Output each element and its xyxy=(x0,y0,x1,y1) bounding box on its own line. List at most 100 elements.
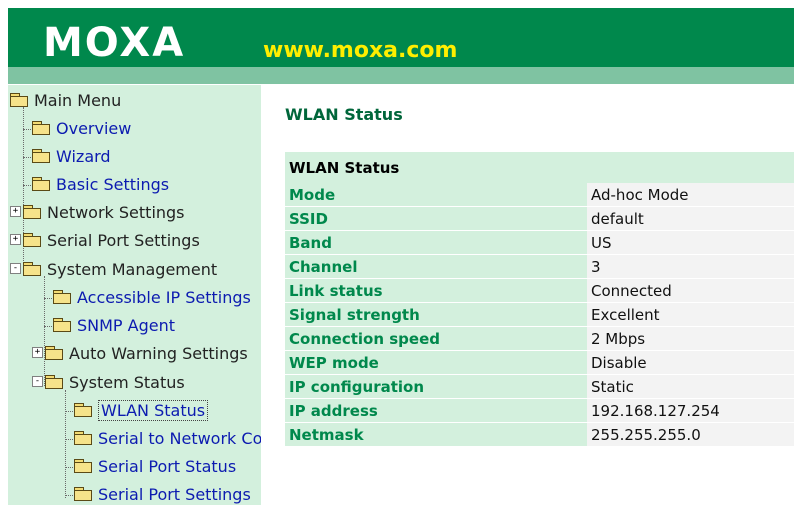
row-value: Static xyxy=(587,374,794,399)
tree-item-label: Serial Port Settings xyxy=(47,231,200,250)
tree-connector xyxy=(23,185,31,186)
row-value: Connected xyxy=(587,278,794,303)
sidebar-item-system-status[interactable]: - System Status xyxy=(32,371,185,395)
row-value: 255.255.255.0 xyxy=(587,422,794,447)
folder-icon xyxy=(53,290,71,304)
tree-connector xyxy=(44,326,52,327)
row-label: IP configuration xyxy=(285,374,587,399)
row-label: Channel xyxy=(285,254,587,279)
table-row: Connection speed 2 Mbps xyxy=(285,326,794,351)
row-label: Link status xyxy=(285,278,587,303)
tree-item-label: Serial Port Settings xyxy=(98,485,251,504)
folder-icon xyxy=(74,487,92,501)
tree-item-label: Serial Port Status xyxy=(98,457,237,476)
folder-open-icon xyxy=(45,375,63,389)
folder-icon xyxy=(32,121,50,135)
tree-item-label: Overview xyxy=(56,119,132,138)
row-label: WEP mode xyxy=(285,350,587,375)
tree-item-label: Accessible IP Settings xyxy=(77,288,251,307)
sidebar-item-overview[interactable]: Overview xyxy=(32,117,131,141)
sidebar-menu-tree: Main Menu Overview Wizard Basic Settings… xyxy=(8,85,261,505)
wlan-status-table: WLAN Status Mode Ad-hoc Mode SSID default … xyxy=(285,152,794,447)
sidebar-item-basic-settings[interactable]: Basic Settings xyxy=(32,173,169,197)
header-banner: MOXA www.moxa.com xyxy=(8,8,794,84)
collapse-minus-icon[interactable]: - xyxy=(32,376,43,387)
folder-icon xyxy=(74,431,92,445)
folder-icon xyxy=(74,459,92,473)
row-label: Connection speed xyxy=(285,326,587,351)
folder-icon xyxy=(45,346,63,360)
folder-icon xyxy=(32,149,50,163)
folder-icon xyxy=(53,318,71,332)
folder-icon xyxy=(23,205,41,219)
row-value: default xyxy=(587,206,794,231)
folder-icon xyxy=(74,403,92,417)
sidebar-item-network-settings[interactable]: + Network Settings xyxy=(10,201,185,225)
table-row: Channel 3 xyxy=(285,254,794,279)
tree-item-label: Wizard xyxy=(56,147,111,166)
tree-connector xyxy=(23,157,31,158)
tree-item-label: Basic Settings xyxy=(56,175,170,194)
table-header-row: WLAN Status xyxy=(285,152,794,183)
table-row: WEP mode Disable xyxy=(285,350,794,375)
tree-item-label: System Status xyxy=(69,373,185,392)
tree-connector xyxy=(23,129,31,130)
header-bottom-strip xyxy=(8,67,794,84)
sidebar-item-serial-port-settings-sub[interactable]: Serial Port Settings xyxy=(74,483,251,505)
tree-connector xyxy=(65,411,73,412)
tree-connector xyxy=(44,298,52,299)
row-value: 2 Mbps xyxy=(587,326,794,351)
tree-item-label: Main Menu xyxy=(34,91,122,110)
tree-connector xyxy=(44,276,45,386)
folder-icon xyxy=(23,233,41,247)
tree-item-label: WLAN Status xyxy=(98,400,209,421)
expand-plus-icon[interactable]: + xyxy=(32,347,43,358)
tree-item-label: SNMP Agent xyxy=(77,316,176,335)
sidebar-item-accessible-ip-settings[interactable]: Accessible IP Settings xyxy=(53,286,251,310)
row-value: 3 xyxy=(587,254,794,279)
table-row: Netmask 255.255.255.0 xyxy=(285,422,794,447)
tree-connector xyxy=(65,439,73,440)
row-value: Ad-hoc Mode xyxy=(587,183,794,207)
row-label: Signal strength xyxy=(285,302,587,327)
sidebar-item-snmp-agent[interactable]: SNMP Agent xyxy=(53,314,175,338)
site-url-link[interactable]: www.moxa.com xyxy=(263,38,457,64)
tree-item-label: Network Settings xyxy=(47,203,185,222)
sidebar-item-auto-warning-settings[interactable]: + Auto Warning Settings xyxy=(32,342,248,366)
sidebar-item-serial-port-settings[interactable]: + Serial Port Settings xyxy=(10,229,200,253)
tree-root-main-menu[interactable]: Main Menu xyxy=(10,89,121,113)
table-row: IP address 192.168.127.254 xyxy=(285,398,794,423)
sidebar-item-wizard[interactable]: Wizard xyxy=(32,145,111,169)
table-row: Mode Ad-hoc Mode xyxy=(285,183,794,207)
sidebar-item-system-management[interactable]: - System Management xyxy=(10,258,217,282)
sidebar-item-wlan-status[interactable]: WLAN Status xyxy=(74,399,209,423)
row-label: Mode xyxy=(285,183,587,207)
row-label: IP address xyxy=(285,398,587,423)
row-value: 192.168.127.254 xyxy=(587,398,794,423)
expand-plus-icon[interactable]: + xyxy=(10,234,21,245)
sidebar-item-serial-to-network[interactable]: Serial to Network Co xyxy=(74,427,261,451)
table-row: Signal strength Excellent xyxy=(285,302,794,327)
sidebar-item-serial-port-status[interactable]: Serial Port Status xyxy=(74,455,236,479)
tree-connector xyxy=(65,495,73,496)
page-title: WLAN Status xyxy=(285,105,403,124)
row-value: Excellent xyxy=(587,302,794,327)
row-value: Disable xyxy=(587,350,794,375)
folder-open-icon xyxy=(10,93,28,107)
row-value: US xyxy=(587,230,794,255)
table-heading: WLAN Status xyxy=(285,152,794,183)
row-label: Netmask xyxy=(285,422,587,447)
folder-icon xyxy=(32,177,50,191)
expand-plus-icon[interactable]: + xyxy=(10,206,21,217)
tree-connector xyxy=(65,390,66,498)
tree-item-label: Serial to Network Co xyxy=(98,429,261,448)
table-row: IP configuration Static xyxy=(285,374,794,399)
tree-connector xyxy=(65,467,73,468)
collapse-minus-icon[interactable]: - xyxy=(10,263,21,274)
row-label: Band xyxy=(285,230,587,255)
table-row: SSID default xyxy=(285,206,794,231)
table-row: Band US xyxy=(285,230,794,255)
tree-item-label: Auto Warning Settings xyxy=(69,344,248,363)
folder-open-icon xyxy=(23,262,41,276)
moxa-logo: MOXA xyxy=(43,20,186,66)
